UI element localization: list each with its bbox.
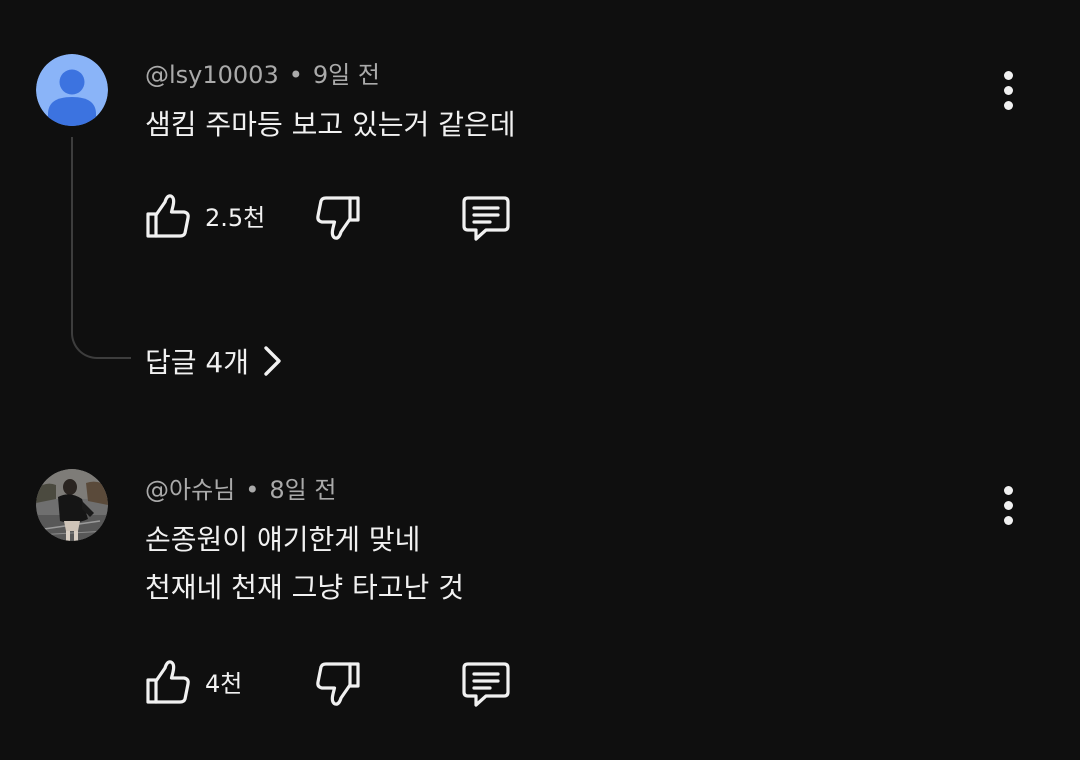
thumbs-up-icon (146, 194, 190, 238)
dislike-button[interactable] (313, 658, 365, 710)
comment-text-line: 샘킴 주마등 보고 있는거 같은데 (145, 108, 516, 141)
like-button[interactable] (143, 190, 195, 242)
comment-meta: @아슈님 • 8일 전 (145, 475, 336, 505)
reply-button[interactable] (460, 658, 512, 710)
dislike-button[interactable] (313, 192, 365, 244)
comment-timestamp[interactable]: 8일 전 (269, 476, 336, 504)
comment-text: 샘킴 주마등 보고 있는거 같은데 (145, 101, 515, 149)
avatar[interactable] (36, 54, 108, 126)
thumbs-down-icon (316, 662, 360, 706)
photo-avatar-icon (36, 469, 108, 541)
comment-more-button[interactable] (988, 60, 1028, 120)
like-button[interactable] (143, 656, 195, 708)
more-vertical-icon (1003, 70, 1013, 80)
comment-timestamp[interactable]: 9일 전 (313, 61, 380, 89)
meta-separator: • (245, 476, 260, 504)
comment-text: 손종원이 얘기한게 맞네 천재네 천재 그냥 타고난 것 (145, 516, 464, 612)
thread-connector-line (71, 137, 131, 359)
chevron-right-icon (264, 346, 281, 376)
thumbs-down-icon (316, 196, 360, 240)
like-count: 2.5천 (205, 204, 266, 232)
comment-reply-icon (462, 196, 510, 241)
comment-text-line: 천재네 천재 그냥 타고난 것 (145, 571, 464, 604)
view-replies-button[interactable]: 답글 4개 (145, 341, 285, 381)
default-person-avatar-icon (36, 54, 108, 126)
comment-text-line: 손종원이 얘기한게 맞네 (145, 523, 421, 556)
meta-separator: • (288, 61, 303, 89)
reply-button[interactable] (460, 192, 512, 244)
comment-author-handle[interactable]: @lsy10003 (145, 61, 279, 89)
comment-meta: @lsy10003 • 9일 전 (145, 60, 380, 90)
like-count: 4천 (205, 670, 243, 698)
thumbs-up-icon (146, 660, 190, 704)
comment-reply-icon (462, 662, 510, 707)
avatar[interactable] (36, 469, 108, 541)
comment-author-handle[interactable]: @아슈님 (145, 476, 235, 504)
replies-count-label: 답글 4개 (145, 346, 249, 379)
more-vertical-icon (1003, 485, 1013, 495)
comment-more-button[interactable] (988, 475, 1028, 535)
